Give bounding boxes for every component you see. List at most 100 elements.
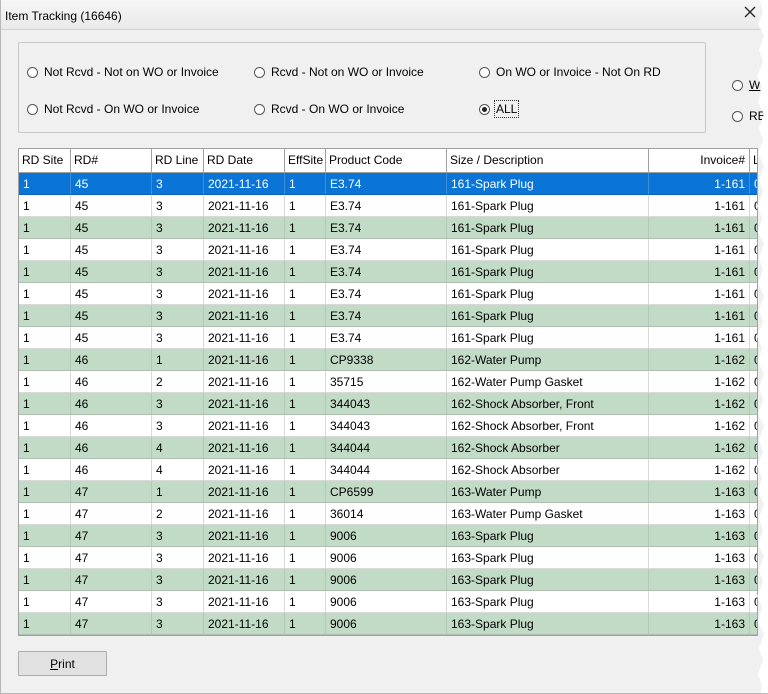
table-row[interactable]: 1 47 2 2021-11-16 1 36014 163-Water Pump Gaske… bbox=[19, 503, 757, 525]
radio-not-rcvd-on-wo[interactable]: Not Rcvd - On WO or Invoice bbox=[27, 102, 199, 116]
cell-rd-site: 1 bbox=[19, 327, 71, 349]
table-row[interactable]: 14732021-11-1619006163-Spark Plug1-1630 bbox=[19, 569, 757, 591]
radio-button-checked[interactable] bbox=[479, 103, 490, 115]
column-header-product-code[interactable]: Product Code bbox=[326, 149, 447, 172]
item-grid[interactable]: RD Site RD# RD Line RD Date EffSite Prod… bbox=[18, 148, 758, 636]
cell-product-code: CP9338 bbox=[326, 349, 447, 371]
cell-size-description: 163-Spark Plug bbox=[447, 591, 649, 613]
radio-button[interactable] bbox=[27, 66, 38, 78]
cell-rd-line: 3 bbox=[152, 305, 204, 327]
table-row[interactable]: 14732021-11-1619006163-Spark Plug1-1630 bbox=[19, 547, 757, 569]
cell-invoice: 1-163 bbox=[649, 547, 750, 569]
cell-rd-number: 47 bbox=[71, 591, 152, 613]
cell-product-code: 9006 bbox=[326, 613, 447, 635]
column-header-effsite[interactable]: EffSite bbox=[285, 149, 326, 172]
cell-rd-line: 3 bbox=[152, 525, 204, 547]
cell-invoice: 1-163 bbox=[649, 503, 750, 525]
cell-effsite: 1 bbox=[285, 613, 326, 635]
radio-button[interactable] bbox=[479, 66, 490, 78]
column-header-invoice[interactable]: Invoice# bbox=[649, 149, 750, 172]
table-row[interactable]: 14732021-11-1619006163-Spark Plug1-1630 bbox=[19, 525, 757, 547]
cell-rd-site: 1 bbox=[19, 459, 71, 481]
cell-rd-site: 1 bbox=[19, 283, 71, 305]
table-row[interactable]: 14532021-11-161E3.74161-Spark Plug1-1610 bbox=[19, 217, 757, 239]
radio-button[interactable] bbox=[732, 79, 743, 91]
table-row[interactable]: 14732021-11-1619006163-Spark Plug1-1630 bbox=[19, 613, 757, 635]
title-bar[interactable]: Item Tracking (16646) bbox=[1, 0, 768, 30]
table-row[interactable]: 1 46 4 2021-11-16 1 344044 162-Shock Absorber 1… bbox=[19, 437, 757, 459]
cell-rd-site: 1 bbox=[19, 547, 71, 569]
cell-product-code: 344044 bbox=[326, 459, 447, 481]
table-row[interactable]: 14532021-11-161E3.74161-Spark Plug1-1610 bbox=[19, 173, 757, 195]
radio-rcvd-not-on-wo[interactable]: Rcvd - Not on WO or Invoice bbox=[254, 65, 424, 79]
cell-effsite: 1 bbox=[285, 525, 326, 547]
column-header-rd-date[interactable]: RD Date bbox=[204, 149, 285, 172]
cell-product-code: E3.74 bbox=[326, 217, 447, 239]
radio-all[interactable]: ALL bbox=[479, 100, 520, 118]
cell-rd-site: 1 bbox=[19, 569, 71, 591]
radio-label: Rcvd - Not on WO or Invoice bbox=[271, 65, 424, 79]
radio-rcvd-on-wo[interactable]: Rcvd - On WO or Invoice bbox=[254, 102, 404, 116]
table-row[interactable]: 1 46 2 2021-11-16 1 35715 162-Water Pump Gaske… bbox=[19, 371, 757, 393]
cell-size-description: 162-Shock Absorber, Front bbox=[447, 415, 649, 437]
table-row[interactable]: 14532021-11-161E3.74161-Spark Plug1-1610 bbox=[19, 195, 757, 217]
cell-effsite: 1 bbox=[285, 503, 326, 525]
cell-rd-number: 46 bbox=[71, 371, 152, 393]
radio-button[interactable] bbox=[254, 103, 265, 115]
cell-rd-site: 1 bbox=[19, 591, 71, 613]
table-row[interactable]: 14532021-11-161E3.74161-Spark Plug1-1610 bbox=[19, 261, 757, 283]
cell-rd-site: 1 bbox=[19, 371, 71, 393]
cell-size-description: 161-Spark Plug bbox=[447, 195, 649, 217]
table-row[interactable]: 1 47 1 2021-11-16 1 CP6599 163-Water Pump 1-163… bbox=[19, 481, 757, 503]
table-row[interactable]: 1 46 4 2021-11-16 1 344044 162-Shock Absorber 1… bbox=[19, 459, 757, 481]
cell-rd-line: 3 bbox=[152, 613, 204, 635]
cell-rd-date: 2021-11-16 bbox=[204, 327, 285, 349]
cell-rd-number: 47 bbox=[71, 569, 152, 591]
cell-rd-number: 46 bbox=[71, 349, 152, 371]
cell-product-code: E3.74 bbox=[326, 283, 447, 305]
table-row[interactable]: 14532021-11-161E3.74161-Spark Plug1-1610 bbox=[19, 305, 757, 327]
table-row[interactable]: 1 46 3 2021-11-16 1 344043 162-Shock Absorber,… bbox=[19, 415, 757, 437]
cell-rd-line: 4 bbox=[152, 459, 204, 481]
radio-on-wo-not-on-rd[interactable]: On WO or Invoice - Not On RD bbox=[479, 65, 661, 79]
cell-rd-number: 45 bbox=[71, 173, 152, 195]
cell-product-code: 344043 bbox=[326, 393, 447, 415]
radio-button[interactable] bbox=[254, 66, 265, 78]
cell-invoice: 1-161 bbox=[649, 327, 750, 349]
cell-invoice: 1-162 bbox=[649, 415, 750, 437]
cell-rd-date: 2021-11-16 bbox=[204, 591, 285, 613]
print-button[interactable]: Print bbox=[18, 651, 107, 676]
cell-rd-number: 47 bbox=[71, 613, 152, 635]
table-row[interactable]: 14532021-11-161E3.74161-Spark Plug1-1610 bbox=[19, 239, 757, 261]
cell-rd-line: 1 bbox=[152, 481, 204, 503]
table-row[interactable]: 14532021-11-161E3.74161-Spark Plug1-1610 bbox=[19, 283, 757, 305]
radio-button[interactable] bbox=[27, 103, 38, 115]
column-header-size-description[interactable]: Size / Description bbox=[447, 149, 649, 172]
cell-size-description: 161-Spark Plug bbox=[447, 173, 649, 195]
cell-invoice: 1-162 bbox=[649, 459, 750, 481]
cell-rd-date: 2021-11-16 bbox=[204, 305, 285, 327]
radio-button[interactable] bbox=[732, 110, 743, 122]
table-row[interactable]: 1 46 1 2021-11-16 1 CP9338 162-Water Pump 1-162… bbox=[19, 349, 757, 371]
cell-rd-number: 47 bbox=[71, 481, 152, 503]
column-header-rd-line[interactable]: RD Line bbox=[152, 149, 204, 172]
cell-rd-site: 1 bbox=[19, 349, 71, 371]
column-header-rd-number[interactable]: RD# bbox=[71, 149, 152, 172]
cell-rd-line: 3 bbox=[152, 569, 204, 591]
cell-rd-date: 2021-11-16 bbox=[204, 239, 285, 261]
table-row[interactable]: 1 46 3 2021-11-16 1 344043 162-Shock Absorber,… bbox=[19, 393, 757, 415]
cell-invoice: 1-161 bbox=[649, 305, 750, 327]
cell-invoice: 1-163 bbox=[649, 481, 750, 503]
radio-label: Not Rcvd - On WO or Invoice bbox=[44, 102, 200, 116]
cell-product-code: 9006 bbox=[326, 591, 447, 613]
table-row[interactable]: 14532021-11-161E3.74161-Spark Plug1-1610 bbox=[19, 327, 757, 349]
filter-group: Not Rcvd - Not on WO or Invoice Rcvd - N… bbox=[18, 42, 706, 133]
table-row[interactable]: 14732021-11-1619006163-Spark Plug1-1630 bbox=[19, 591, 757, 613]
cell-size-description: 163-Water Pump bbox=[447, 481, 649, 503]
column-header-rd-site[interactable]: RD Site bbox=[19, 149, 71, 172]
cell-effsite: 1 bbox=[285, 459, 326, 481]
cell-rd-number: 45 bbox=[71, 305, 152, 327]
print-accelerator: P bbox=[50, 656, 59, 671]
cell-rd-site: 1 bbox=[19, 415, 71, 437]
radio-not-rcvd-not-on-wo[interactable]: Not Rcvd - Not on WO or Invoice bbox=[27, 65, 219, 79]
